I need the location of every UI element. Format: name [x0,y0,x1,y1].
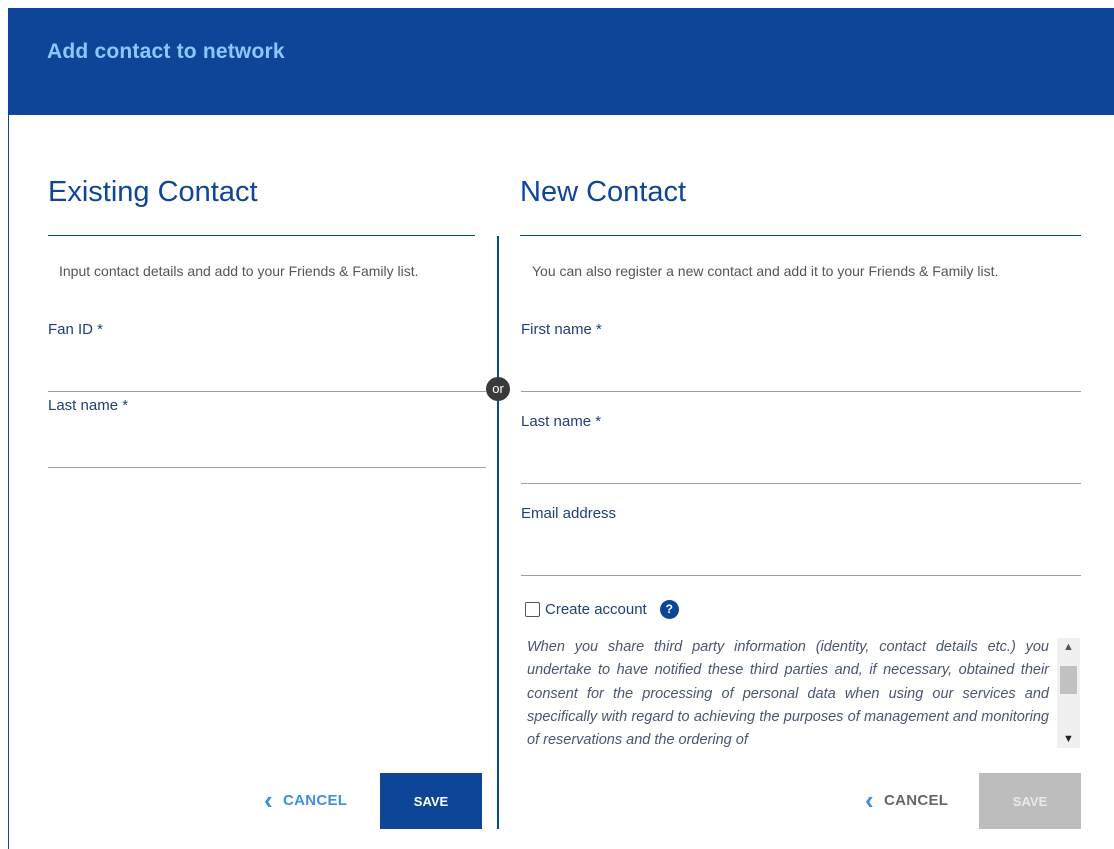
first-name-input[interactable] [521,361,1081,392]
existing-last-name-label: Last name * [48,397,129,414]
dialog: Add contact to network Existing Contact … [8,8,1114,849]
existing-contact-description: Input contact details and add to your Fr… [59,263,419,279]
chevron-left-icon: ‹ [264,785,273,815]
question-circle-icon[interactable]: ? [659,600,679,619]
email-label: Email address [521,505,617,522]
new-cancel-label: CANCEL [883,791,949,809]
new-cancel-button[interactable]: ‹ CANCEL [865,780,948,820]
arrow-down-icon[interactable]: ▼ [1057,730,1080,748]
create-account-row: Create account ? [525,600,679,619]
dialog-header: Add contact to network [9,8,1114,115]
email-input[interactable] [521,545,1081,576]
scroll-thumb[interactable] [1060,666,1077,694]
notice-scrollbar[interactable]: ▲ ▼ [1057,638,1080,748]
or-badge: or [486,377,510,401]
new-contact-rule [520,235,1081,236]
existing-contact-rule [48,235,475,236]
column-divider [497,236,499,829]
privacy-notice[interactable]: When you share third party information (… [527,636,1080,750]
existing-contact-title: Existing Contact [48,176,258,208]
new-save-label: SAVE [1012,793,1048,809]
fan-id-label: Fan ID * [48,321,104,338]
privacy-notice-text: When you share third party information (… [527,639,1049,749]
new-last-name-input[interactable] [521,453,1081,484]
existing-cancel-button[interactable]: ‹ CANCEL [264,780,347,820]
existing-last-name-input[interactable] [48,437,486,468]
arrow-up-icon[interactable]: ▲ [1057,638,1080,656]
new-last-name-label: Last name * [521,413,602,430]
first-name-label: First name * [521,321,602,338]
existing-cancel-label: CANCEL [282,791,348,809]
chevron-left-icon: ‹ [865,785,874,815]
new-contact-description: You can also register a new contact and … [532,263,999,279]
dialog-title: Add contact to network [47,40,285,63]
new-save-button[interactable]: SAVE [979,773,1081,829]
create-account-label[interactable]: Create account [545,601,647,618]
fan-id-input[interactable] [48,361,486,392]
existing-save-label: SAVE [413,793,449,809]
existing-save-button[interactable]: SAVE [380,773,482,829]
new-contact-title: New Contact [520,176,687,208]
create-account-checkbox[interactable] [525,602,540,617]
